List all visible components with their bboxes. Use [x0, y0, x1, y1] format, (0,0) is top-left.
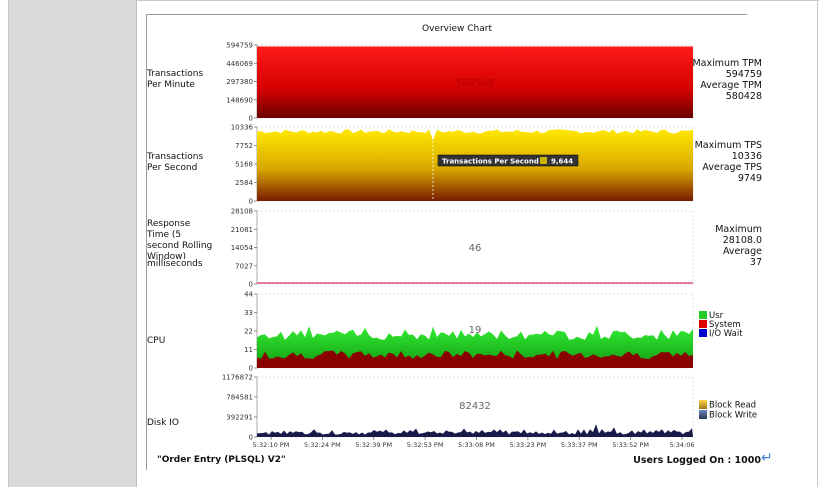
- cpu-center-value: 19: [469, 325, 482, 336]
- cpu-legend-swatch: [699, 311, 707, 319]
- x-tick-label: 5:32:10 PM: [253, 441, 290, 449]
- y-tick-label: 7027: [235, 262, 253, 270]
- y-tick-label: 148690: [226, 96, 253, 104]
- disk-center-value: 82432: [459, 401, 491, 412]
- tpm-center-value: 580508: [456, 78, 494, 89]
- y-tick-label: 0: [249, 365, 253, 373]
- y-tick-label: 21081: [231, 226, 253, 234]
- cpu-legend-label: I/O Wait: [709, 329, 743, 339]
- x-tick-label: 5:33:37 PM: [561, 441, 598, 449]
- x-tick-label: 5:32:24 PM: [304, 441, 341, 449]
- users-logged-on: Users Logged On : 1000: [633, 455, 761, 466]
- x-tick-label: 5:32:39 PM: [355, 441, 392, 449]
- y-tick-label: 28108: [231, 208, 253, 216]
- y-tick-label: 446069: [226, 60, 253, 68]
- y-tick-label: 10336: [231, 124, 254, 132]
- y-tick-label: 33: [244, 309, 253, 317]
- disk-legend-label: Block Read: [709, 401, 756, 411]
- y-tick-label: 7752: [235, 142, 253, 150]
- cpu-legend-swatch: [699, 320, 707, 328]
- tps-tooltip-swatch: [540, 157, 547, 164]
- workload-name: "Order Entry (PLSQL) V2": [157, 455, 286, 465]
- return-arrow-icon: ↵: [761, 450, 773, 466]
- y-tick-label: 784581: [226, 394, 253, 402]
- y-tick-label: 594759: [226, 42, 253, 50]
- tps-tooltip-label: Transactions Per Second: [442, 158, 539, 166]
- right-rule: [817, 0, 818, 487]
- disk-legend-swatch: [699, 410, 707, 419]
- x-tick-label: 5:33:08 PM: [458, 441, 495, 449]
- x-tick-label: 5:34:06: [669, 441, 694, 449]
- y-tick-label: 5168: [235, 161, 253, 169]
- y-tick-label: 1176872: [222, 374, 253, 382]
- overview-chart-svg: 5947594460692973801486900103367752516825…: [222, 42, 757, 450]
- y-tick-label: 0: [249, 281, 253, 289]
- x-tick-label: 5:32:53 PM: [407, 441, 444, 449]
- y-tick-label: 22: [244, 328, 253, 336]
- y-tick-label: 11: [244, 346, 253, 354]
- y-tick-label: 0: [249, 198, 253, 206]
- left-gutter: [0, 0, 9, 487]
- x-tick-label: 5:33:23 PM: [510, 441, 547, 449]
- x-tick-label: 5:33:52 PM: [612, 441, 649, 449]
- y-tick-label: 0: [249, 115, 253, 123]
- response-center-value: 46: [469, 243, 482, 254]
- y-tick-label: 392291: [226, 414, 253, 422]
- y-tick-label: 14054: [231, 244, 254, 252]
- y-tick-label: 297380: [226, 78, 253, 86]
- cpu-legend-swatch: [699, 329, 707, 337]
- y-tick-label: 2584: [235, 179, 253, 187]
- disk-legend-swatch: [699, 400, 707, 409]
- tps-tooltip-value: 9,644: [551, 158, 573, 166]
- disk-legend-label: Block Write: [709, 411, 757, 421]
- side-column: [9, 0, 137, 487]
- overview-chart-frame: Overview Chart Transactions Per Minute T…: [146, 14, 767, 470]
- y-tick-label: 44: [244, 291, 253, 299]
